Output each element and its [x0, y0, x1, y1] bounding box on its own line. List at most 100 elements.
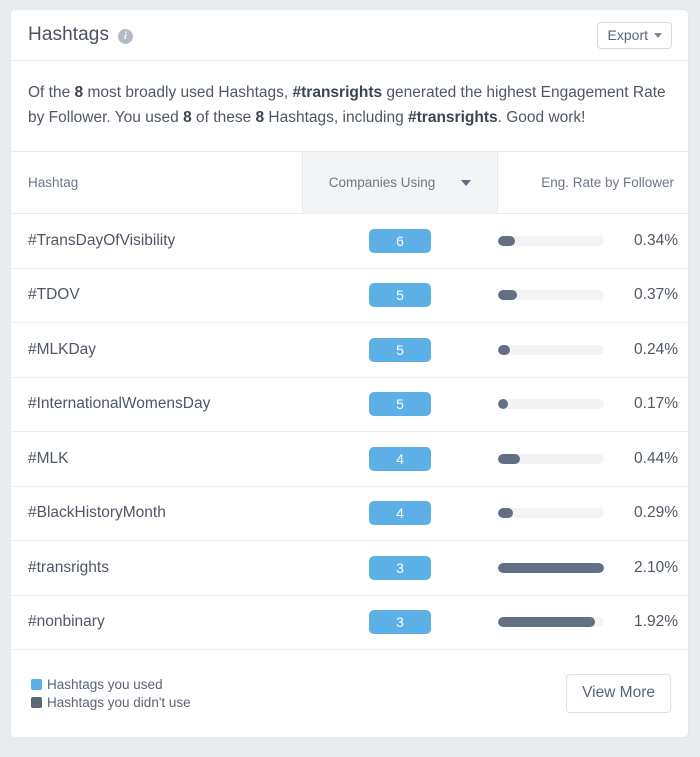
cell-companies-using: 5	[302, 283, 498, 308]
summary-part-4: of these	[191, 109, 256, 126]
eng-rate-bar-fill	[498, 617, 595, 628]
eng-rate-bar-fill	[498, 344, 511, 355]
eng-rate-bar-fill	[498, 453, 521, 464]
eng-rate-bar-track	[498, 617, 604, 628]
hashtag-label: #nonbinary	[28, 613, 105, 631]
table-row[interactable]: #TransDayOfVisibility 6 0.34%	[11, 214, 688, 269]
legend: Hashtags you used Hashtags you didn't use	[31, 677, 191, 710]
eng-rate-bar-track	[498, 562, 604, 573]
summary-text: Of the 8 most broadly used Hashtags, #tr…	[11, 61, 688, 152]
hashtag-label: #MLKDay	[28, 340, 97, 358]
summary-used-count: 8	[183, 109, 192, 126]
companies-using-pill: 5	[369, 337, 431, 362]
cell-eng-rate: 0.37%	[498, 286, 688, 304]
hashtag-label: #MLK	[28, 449, 69, 467]
eng-rate-bar-track	[498, 453, 604, 464]
eng-rate-bar-wrap: 0.24%	[498, 341, 678, 359]
eng-rate-value: 0.44%	[634, 449, 678, 467]
cell-hashtag: #TDOV	[11, 286, 302, 304]
eng-rate-value: 1.92%	[634, 613, 678, 631]
cell-hashtag: #nonbinary	[11, 613, 302, 631]
cell-companies-using: 3	[302, 610, 498, 635]
cell-hashtag: #transrights	[11, 559, 302, 577]
legend-label: Hashtags you used	[47, 677, 163, 692]
eng-rate-bar-fill	[498, 290, 517, 301]
column-header-eng-rate[interactable]: Eng. Rate by Follower	[498, 175, 688, 190]
eng-rate-bar-track	[498, 235, 604, 246]
eng-rate-value: 0.17%	[634, 395, 678, 413]
card-footer: Hashtags you used Hashtags you didn't use…	[11, 650, 688, 737]
eng-rate-bar-wrap: 0.34%	[498, 232, 678, 250]
eng-rate-value: 2.10%	[634, 558, 678, 576]
cell-hashtag: #InternationalWomensDay	[11, 395, 302, 413]
summary-top-hashtag: #transrights	[292, 84, 383, 101]
eng-rate-value: 0.37%	[634, 286, 678, 304]
cell-hashtag: #MLK	[11, 450, 302, 468]
summary-part-2: most broadly used Hashtags,	[83, 84, 293, 101]
cell-companies-using: 6	[302, 228, 498, 253]
eng-rate-bar-track	[498, 508, 604, 519]
cell-companies-using: 5	[302, 392, 498, 417]
table-row[interactable]: #MLKDay 5 0.24%	[11, 323, 688, 378]
companies-using-pill: 5	[369, 283, 431, 308]
legend-swatch	[31, 697, 42, 708]
cell-eng-rate: 0.34%	[498, 232, 688, 250]
cell-companies-using: 5	[302, 337, 498, 362]
eng-rate-bar-fill	[498, 399, 508, 410]
info-icon[interactable]: i	[118, 28, 134, 44]
eng-rate-bar-wrap: 2.10%	[498, 559, 678, 577]
summary-total-count: 8	[255, 109, 265, 126]
column-header-hashtag[interactable]: Hashtag	[11, 174, 302, 192]
cell-eng-rate: 0.17%	[498, 395, 688, 413]
chevron-down-icon	[654, 33, 662, 38]
eng-rate-value: 0.24%	[634, 340, 678, 358]
companies-using-pill: 5	[369, 392, 431, 417]
companies-using-pill: 4	[369, 501, 431, 526]
column-header-companies-using-label: Companies Using	[328, 175, 436, 190]
eng-rate-bar-fill	[498, 508, 513, 519]
cell-hashtag: #MLKDay	[11, 341, 302, 359]
hashtags-card: Hashtags i Export Of the 8 most broadly …	[10, 9, 689, 738]
summary-part-1: Of the	[28, 84, 75, 101]
table-row[interactable]: #InternationalWomensDay 5 0.17%	[11, 378, 688, 432]
summary-including-hashtag: #transrights	[408, 109, 498, 126]
summary-part-5: Hashtags, including	[264, 109, 409, 126]
eng-rate-value: 0.34%	[634, 231, 678, 249]
column-header-companies-using[interactable]: Companies Using	[302, 151, 498, 214]
cell-eng-rate: 0.29%	[498, 504, 688, 522]
cell-eng-rate: 2.10%	[498, 559, 688, 577]
companies-using-pill: 3	[369, 610, 431, 635]
table-row[interactable]: #TDOV 5 0.37%	[11, 269, 688, 323]
export-button[interactable]: Export	[596, 21, 672, 49]
cell-eng-rate: 0.44%	[498, 450, 688, 468]
cell-hashtag: #BlackHistoryMonth	[11, 504, 302, 522]
eng-rate-bar-wrap: 1.92%	[498, 613, 678, 631]
table-row[interactable]: #transrights 3 2.10%	[11, 541, 688, 596]
cell-companies-using: 4	[302, 446, 498, 471]
table-header-row: Hashtag Companies Using Eng. Rate by Fol…	[11, 151, 688, 214]
cell-companies-using: 4	[302, 501, 498, 526]
summary-part-6: . Good work!	[497, 109, 586, 126]
column-header-eng-rate-label: Eng. Rate by Follower	[541, 175, 674, 190]
hashtag-label: #TDOV	[28, 286, 80, 304]
summary-count-total: 8	[74, 84, 84, 101]
hashtags-table: Hashtag Companies Using Eng. Rate by Fol…	[11, 151, 688, 650]
view-more-button[interactable]: View More	[566, 674, 671, 713]
eng-rate-bar-track	[498, 399, 604, 410]
eng-rate-bar-wrap: 0.29%	[498, 504, 678, 522]
table-row[interactable]: #BlackHistoryMonth 4 0.29%	[11, 487, 688, 541]
companies-using-pill: 4	[369, 446, 431, 471]
eng-rate-bar-wrap: 0.17%	[498, 395, 678, 413]
legend-label: Hashtags you didn't use	[47, 695, 191, 710]
cell-companies-using: 3	[302, 555, 498, 580]
table-row[interactable]: #nonbinary 3 1.92%	[11, 596, 688, 650]
sort-caret-down-icon[interactable]	[461, 179, 472, 186]
page-title: Hashtags	[28, 24, 110, 45]
cell-eng-rate: 1.92%	[498, 613, 688, 631]
legend-item: Hashtags you didn't use	[31, 695, 191, 710]
eng-rate-bar-wrap: 0.44%	[498, 450, 678, 468]
table-body: #TransDayOfVisibility 6 0.34% #TDOV 5 0.37% #M…	[11, 214, 688, 650]
eng-rate-bar-track	[498, 290, 604, 301]
card-header: Hashtags i Export	[11, 10, 688, 61]
table-row[interactable]: #MLK 4 0.44%	[11, 432, 688, 487]
